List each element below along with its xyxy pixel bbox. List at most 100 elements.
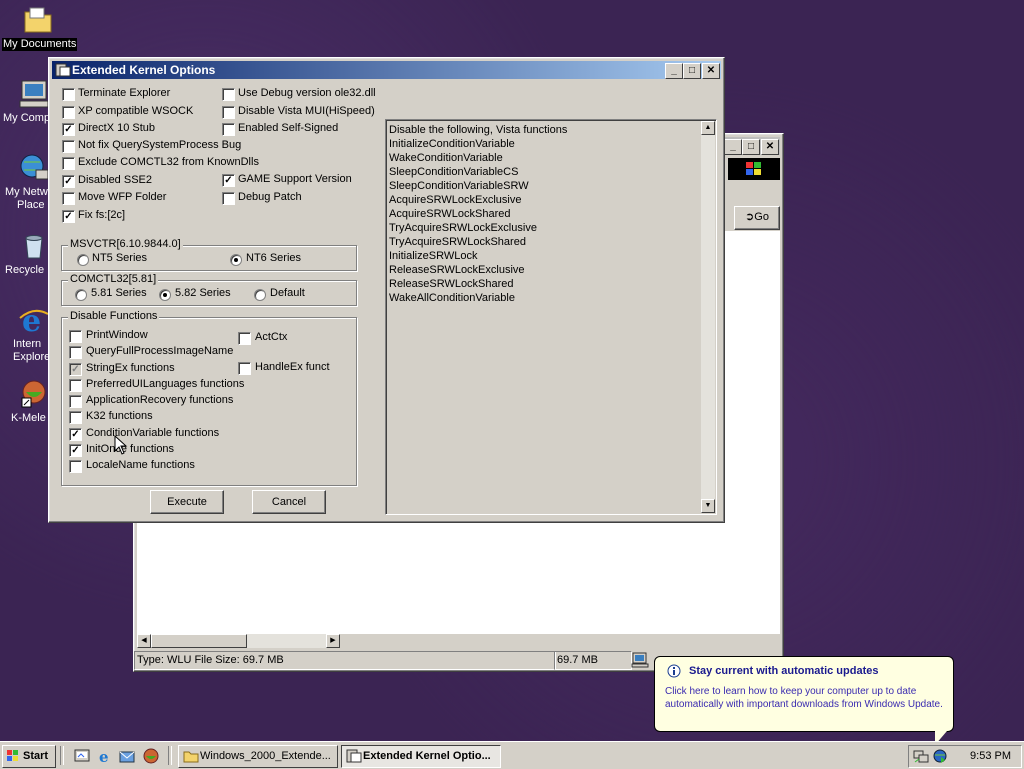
start-button[interactable]: Start xyxy=(2,745,56,768)
disable-queryfullprocessimagename-checkbox[interactable] xyxy=(69,346,82,359)
balloon-body: Click here to learn how to keep your com… xyxy=(665,686,943,710)
option-disabled-sse2-checkbox[interactable]: ✓ xyxy=(62,175,75,188)
scroll-down-arrow[interactable]: ▼ xyxy=(701,499,715,513)
radio-nt6-series[interactable] xyxy=(230,254,242,266)
cancel-button[interactable]: Cancel xyxy=(252,490,326,514)
option-directx-10-stub-checkbox[interactable]: ✓ xyxy=(62,123,75,136)
disable-printwindow-checkbox[interactable] xyxy=(69,330,82,343)
horizontal-scrollbar[interactable]: ◀ ▶ xyxy=(137,634,340,648)
radio-581-series[interactable] xyxy=(75,289,87,301)
windows-update-tray-icon[interactable] xyxy=(932,748,948,764)
close-button[interactable]: ✕ xyxy=(761,139,779,155)
disable-preferreduilanguages-functions-checkbox[interactable] xyxy=(69,379,82,392)
option-fix-fs-2c-checkbox[interactable]: ✓ xyxy=(62,210,75,223)
disable-k32-functions-checkbox[interactable] xyxy=(69,411,82,424)
disable-printwindow-label: PrintWindow xyxy=(86,329,148,341)
task-button-windows-2000[interactable]: Windows_2000_Extende... xyxy=(178,745,338,768)
option-disable-vista-mui-hispeed-checkbox[interactable] xyxy=(222,106,235,119)
info-line: TryAcquireSRWLockExclusive xyxy=(389,222,537,234)
task-label: Extended Kernel Optio... xyxy=(363,750,491,762)
kernel-options-dialog[interactable]: Extended Kernel Options _ □ ✕ Terminate … xyxy=(48,57,725,523)
disable-initonce-functions-label: InitOnce functions xyxy=(86,443,175,455)
disable-applicationrecovery-functions-checkbox[interactable] xyxy=(69,395,82,408)
option-not-fix-querysystemprocess-bug-checkbox[interactable] xyxy=(62,140,75,153)
desktop-icon-label: Recycle xyxy=(5,264,45,276)
desktop-icon-label: My Netw xyxy=(5,186,48,198)
radio-label: 5.82 Series xyxy=(175,287,231,299)
desktop-icon-label-line2: Explore xyxy=(13,351,51,363)
clock: 9:53 PM xyxy=(970,750,1011,762)
windows-logo-throbber xyxy=(728,158,780,180)
network-tray-icon[interactable] xyxy=(913,748,929,764)
info-line: Disable the following, Vista functions xyxy=(389,124,568,136)
option-fix-fs-2c-label: Fix fs:[2c] xyxy=(78,209,126,221)
disable-initonce-functions-checkbox[interactable]: ✓ xyxy=(69,444,82,457)
my-computer-zone-icon xyxy=(631,652,649,668)
disable-stringex-functions-checkbox[interactable]: ✓ xyxy=(69,363,82,376)
info-icon xyxy=(667,664,681,678)
go-button[interactable]: ➲Go xyxy=(734,206,780,230)
minimize-button[interactable]: _ xyxy=(724,139,742,155)
scroll-thumb[interactable] xyxy=(151,634,247,648)
disable-handleex-funct-checkbox[interactable] xyxy=(238,362,251,375)
task-button-extended-kernel[interactable]: Extended Kernel Optio... xyxy=(341,745,501,768)
svg-text:e: e xyxy=(99,748,109,764)
disable-functions-title: Disable Functions xyxy=(68,310,160,323)
scroll-right-arrow[interactable]: ▶ xyxy=(326,634,340,648)
msvcrt-group-title: MSVCTR[6.10.9844.0] xyxy=(68,238,183,251)
execute-button[interactable]: Execute xyxy=(150,490,224,514)
option-debug-patch-checkbox[interactable] xyxy=(222,192,235,205)
svg-text:e: e xyxy=(22,304,41,336)
disable-k32-functions-label: K32 functions xyxy=(86,410,153,422)
scroll-up-arrow[interactable]: ▲ xyxy=(701,121,715,135)
option-enabled-self-signed-checkbox[interactable] xyxy=(222,123,235,136)
option-xp-compatible-wsock-checkbox[interactable] xyxy=(62,106,75,119)
system-tray: 9:53 PM xyxy=(908,745,1022,768)
option-exclude-comctl32-from-knowndlls-checkbox[interactable] xyxy=(62,157,75,170)
info-listbox[interactable]: Disable the following, Vista functions In… xyxy=(385,119,717,515)
radio-label: 5.81 Series xyxy=(91,287,147,299)
start-label: Start xyxy=(23,750,49,762)
info-line: InitializeConditionVariable xyxy=(389,138,515,150)
disable-actctx-checkbox[interactable] xyxy=(238,332,251,345)
option-terminate-explorer-checkbox[interactable] xyxy=(62,88,75,101)
option-exclude-comctl32-from-knowndlls-label: Exclude COMCTL32 from KnownDlls xyxy=(78,156,259,168)
radio-label: NT6 Series xyxy=(246,252,302,264)
show-desktop-icon[interactable] xyxy=(74,748,90,764)
outlook-express-icon[interactable] xyxy=(119,748,135,764)
scroll-left-arrow[interactable]: ◀ xyxy=(137,634,151,648)
go-label: Go xyxy=(754,211,769,223)
msvcrt-group: MSVCTR[6.10.9844.0] NT5 Series NT6 Serie… xyxy=(61,238,357,271)
automatic-updates-balloon[interactable]: Stay current with automatic updates Clic… xyxy=(654,656,954,745)
mouse-cursor-icon xyxy=(114,434,128,455)
desktop-icon-label: Intern xyxy=(13,338,42,350)
minimize-button[interactable]: _ xyxy=(665,63,683,79)
folder-documents-icon xyxy=(22,4,54,36)
option-use-debug-version-ole32-dll-checkbox[interactable] xyxy=(222,88,235,101)
disable-preferreduilanguages-functions-label: PreferredUILanguages functions xyxy=(86,378,245,390)
status-bar-size: 69.7 MB xyxy=(554,651,632,670)
comctl-group-title: COMCTL32[5.81] xyxy=(68,273,159,286)
option-terminate-explorer-label: Terminate Explorer xyxy=(78,87,171,99)
radio-label: Default xyxy=(270,287,305,299)
windows-flag-icon xyxy=(6,749,20,762)
desktop-icon-my-documents[interactable]: My Documents xyxy=(2,4,78,51)
radio-nt5-series[interactable] xyxy=(77,254,89,266)
maximize-button[interactable]: □ xyxy=(742,139,760,155)
radio-582-series[interactable] xyxy=(159,289,171,301)
disable-handleex-funct-label: HandleEx funct xyxy=(255,361,330,373)
maximize-button[interactable]: □ xyxy=(683,63,701,79)
disable-conditionvariable-functions-checkbox[interactable]: ✓ xyxy=(69,428,82,441)
close-button[interactable]: ✕ xyxy=(702,63,720,79)
info-line: SleepConditionVariableSRW xyxy=(389,180,529,192)
option-game-support-version-checkbox[interactable]: ✓ xyxy=(222,174,235,187)
k-meleon-quicklaunch-icon[interactable] xyxy=(143,748,159,764)
divider xyxy=(168,746,172,765)
internet-explorer-icon[interactable]: e xyxy=(97,748,113,766)
radio-default[interactable] xyxy=(254,289,266,301)
disable-localename-functions-checkbox[interactable] xyxy=(69,460,82,473)
vertical-scrollbar[interactable]: ▲ ▼ xyxy=(701,121,715,513)
dialog-title-bar[interactable]: Extended Kernel Options _ □ ✕ xyxy=(52,61,721,79)
info-line: SleepConditionVariableCS xyxy=(389,166,519,178)
option-move-wfp-folder-checkbox[interactable] xyxy=(62,192,75,205)
